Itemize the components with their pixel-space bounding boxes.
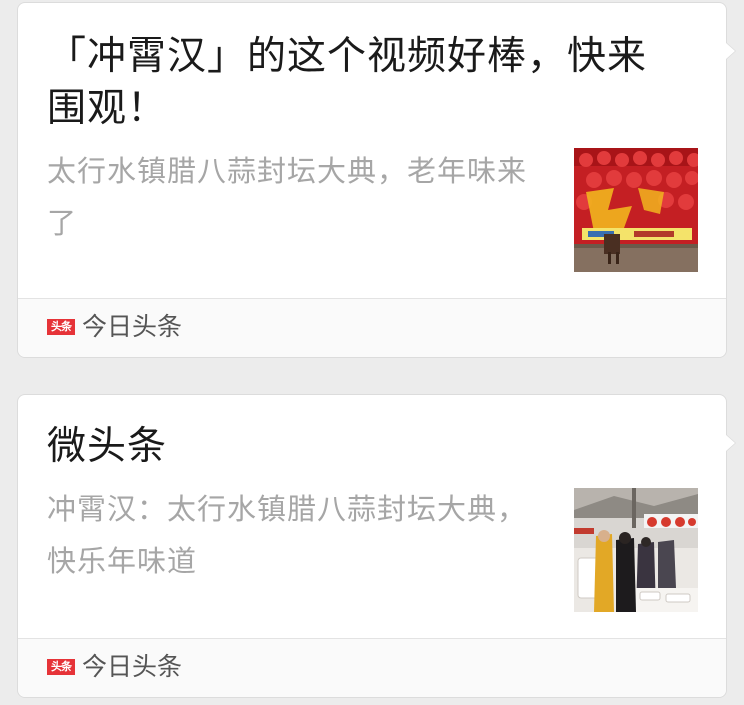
article-thumbnail: [574, 488, 698, 612]
article-description: 太行水镇腊八蒜封坛大典，老年味来了: [47, 154, 528, 240]
shared-article-card[interactable]: 微头条 冲霄汉：太行水镇腊八蒜封坛大典，快乐年味道 头条 今日头条: [17, 394, 736, 698]
toutiao-logo-icon: 头条: [47, 659, 75, 675]
article-description: 冲霄汉：太行水镇腊八蒜封坛大典，快乐年味道: [47, 492, 528, 578]
bubble-pointer: [726, 434, 736, 452]
toutiao-logo-icon: 头条: [47, 319, 75, 335]
source-name: 今日头条: [82, 312, 183, 341]
shared-article-card[interactable]: 「冲霄汉」的这个视频好棒，快来围观！ 太行水镇腊八蒜封坛大典，老年味来了 头条 …: [17, 2, 736, 358]
card-footer: 头条 今日头条: [18, 638, 726, 697]
article-title: 「冲霄汉」的这个视频好棒，快来围观！: [47, 34, 648, 131]
source-name: 今日头条: [82, 652, 183, 681]
article-title: 微头条: [47, 424, 168, 469]
article-thumbnail: [574, 148, 698, 272]
bubble-pointer: [726, 42, 736, 60]
card-footer: 头条 今日头条: [18, 298, 726, 357]
